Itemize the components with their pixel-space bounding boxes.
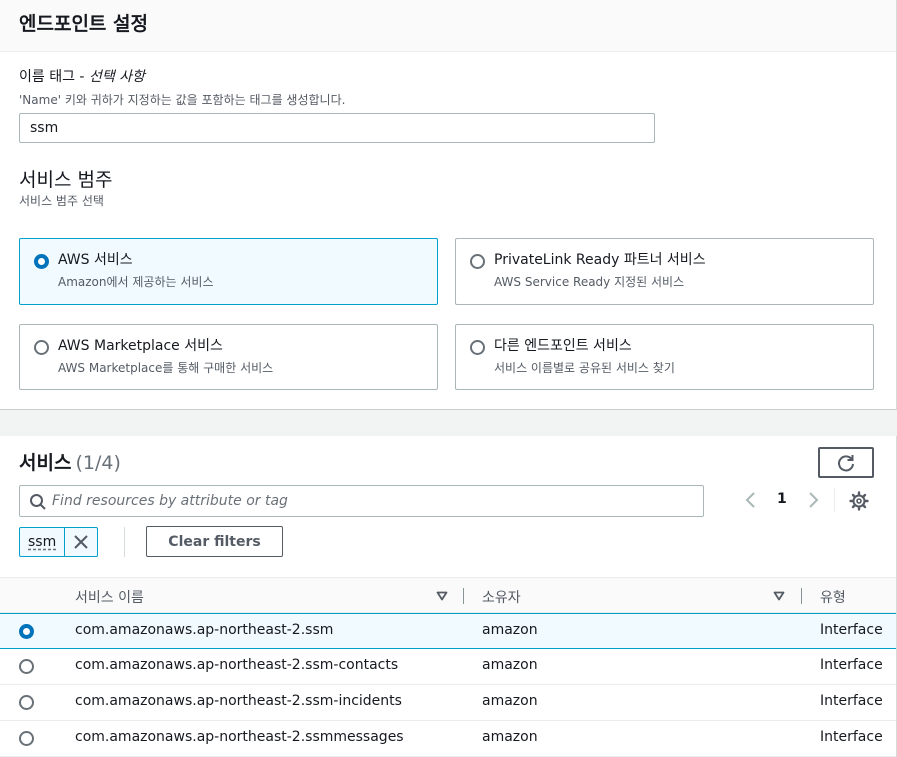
- sort-down-icon[interactable]: [773, 591, 785, 601]
- type-cell: Interface: [820, 622, 883, 638]
- column-header-type[interactable]: 유형: [820, 587, 846, 607]
- table-row[interactable]: com.amazonaws.ap-northeast-2.ssmmessages…: [0, 721, 896, 757]
- type-cell: Interface: [820, 729, 883, 745]
- row-radio[interactable]: [19, 659, 34, 674]
- gear-icon[interactable]: [849, 491, 869, 511]
- sort-down-icon[interactable]: [436, 591, 448, 601]
- services-title: 서비스 (1/4): [19, 448, 121, 475]
- service-name-cell: com.amazonaws.ap-northeast-2.ssmmessages: [75, 729, 404, 745]
- service-category-heading: 서비스 범주: [19, 169, 113, 191]
- column-header-service-name[interactable]: 서비스 이름: [75, 587, 144, 607]
- optional-label: 선택 사항: [88, 69, 145, 85]
- name-tag-label: 이름 태그 - 선택 사항: [19, 66, 145, 86]
- pager-divider: [834, 488, 835, 512]
- radio-aws-services[interactable]: [34, 254, 49, 269]
- column-divider[interactable]: [801, 588, 802, 604]
- tile-other-endpoint-services[interactable]: 다른 엔드포인트 서비스 서비스 이름별로 공유된 서비스 찾기: [455, 324, 874, 390]
- row-radio[interactable]: [19, 731, 34, 746]
- row-radio[interactable]: [19, 624, 34, 639]
- search-box[interactable]: [19, 485, 704, 517]
- endpoint-settings-panel: 엔드포인트 설정 이름 태그 - 선택 사항 'Name' 키와 귀하가 지정하…: [0, 0, 897, 410]
- radio-aws-marketplace-services[interactable]: [34, 340, 49, 355]
- owner-cell: amazon: [482, 622, 538, 638]
- services-count: (1/4): [75, 452, 121, 474]
- radio-other-endpoint-services[interactable]: [470, 340, 485, 355]
- table-header: 서비스 이름 소유자 유형: [0, 577, 896, 613]
- service-name-cell: com.amazonaws.ap-northeast-2.ssm-inciden…: [75, 693, 402, 709]
- refresh-icon: [838, 454, 854, 471]
- radio-privatelink-partner-services[interactable]: [470, 254, 485, 269]
- filter-token-dismiss-button[interactable]: [65, 528, 97, 556]
- tile-aws-marketplace-services[interactable]: AWS Marketplace 서비스 AWS Marketplace를 통해 …: [19, 324, 438, 390]
- chevron-left-icon[interactable]: [744, 490, 758, 510]
- owner-cell: amazon: [482, 693, 538, 709]
- owner-cell: amazon: [482, 657, 538, 673]
- name-tag-label-text: 이름 태그 -: [19, 69, 89, 85]
- tile-description: AWS Marketplace를 통해 구매한 서비스: [58, 361, 274, 375]
- service-name-cell: com.amazonaws.ap-northeast-2.ssm-contact…: [75, 657, 399, 673]
- table-row[interactable]: com.amazonaws.ap-northeast-2.ssm-contact…: [0, 649, 896, 685]
- service-category-description: 서비스 범주 선택: [19, 194, 104, 208]
- column-header-owner[interactable]: 소유자: [482, 587, 521, 607]
- name-tag-input[interactable]: [19, 113, 655, 143]
- name-tag-description: 'Name' 키와 귀하가 지정하는 값을 포함하는 태그를 생성합니다.: [19, 93, 346, 107]
- tile-title: AWS 서비스: [58, 252, 133, 268]
- services-panel: 서비스(1/4) 1 ssm: [0, 436, 897, 757]
- tile-aws-services[interactable]: AWS 서비스 Amazon에서 제공하는 서비스: [19, 238, 438, 305]
- clear-filters-button[interactable]: Clear filters: [146, 526, 283, 557]
- close-icon: [74, 535, 88, 549]
- filter-divider: [124, 527, 125, 557]
- tile-title: AWS Marketplace 서비스: [58, 338, 223, 354]
- tile-title: PrivateLink Ready 파트너 서비스: [494, 252, 706, 268]
- current-page-number[interactable]: 1: [777, 491, 787, 507]
- chevron-right-icon[interactable]: [806, 490, 820, 510]
- search-input[interactable]: [52, 486, 692, 516]
- filter-token-label[interactable]: ssm: [20, 528, 66, 556]
- refresh-button[interactable]: [818, 447, 874, 478]
- filter-token: ssm: [19, 527, 99, 557]
- tile-description: AWS Service Ready 지정된 서비스: [494, 275, 685, 289]
- table-row[interactable]: com.amazonaws.ap-northeast-2.ssm-inciden…: [0, 685, 896, 721]
- tile-description: 서비스 이름별로 공유된 서비스 찾기: [494, 361, 675, 375]
- tile-title: 다른 엔드포인트 서비스: [494, 338, 632, 354]
- tile-privatelink-partner-services[interactable]: PrivateLink Ready 파트너 서비스 AWS Service Re…: [455, 238, 874, 305]
- type-cell: Interface: [820, 693, 883, 709]
- owner-cell: amazon: [482, 729, 538, 745]
- search-icon: [30, 494, 46, 510]
- service-name-cell: com.amazonaws.ap-northeast-2.ssm: [75, 622, 334, 638]
- type-cell: Interface: [820, 657, 883, 673]
- services-title-text: 서비스: [19, 452, 72, 474]
- table-row[interactable]: com.amazonaws.ap-northeast-2.ssm amazon …: [0, 613, 896, 649]
- column-divider[interactable]: [463, 588, 464, 604]
- tile-description: Amazon에서 제공하는 서비스: [58, 275, 214, 289]
- panel-title: 엔드포인트 설정: [19, 13, 148, 35]
- row-radio[interactable]: [19, 695, 34, 710]
